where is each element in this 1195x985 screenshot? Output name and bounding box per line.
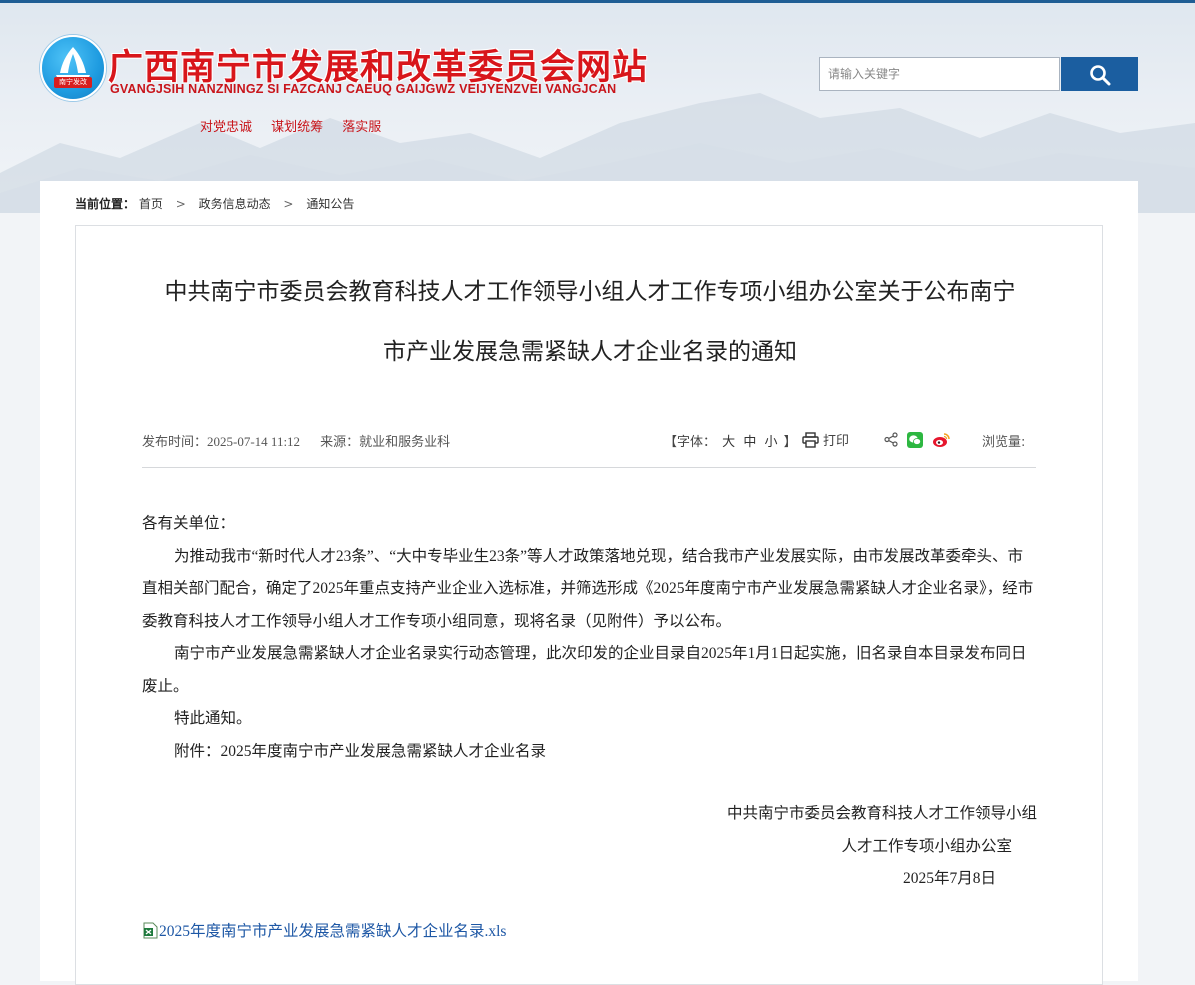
article-meta: 发布时间：2025-07-14 11:12 来源：就业和服务业科 <box>142 431 450 450</box>
breadcrumb-separator: > <box>283 197 294 211</box>
font-size-small[interactable]: 小 <box>764 435 777 450</box>
breadcrumb-notices[interactable]: 通知公告 <box>306 197 354 211</box>
source-label: 来源： <box>320 434 360 449</box>
breadcrumb-news[interactable]: 政务信息动态 <box>199 197 271 211</box>
weibo-share-icon[interactable] <box>932 432 950 452</box>
body-paragraph: 特此通知。 <box>174 710 252 727</box>
body-paragraph: 南宁市产业发展急需紧缺人才企业名录实行动态管理，此次印发的企业目录自2025年1… <box>142 645 1027 695</box>
font-size-medium[interactable]: 中 <box>743 435 756 450</box>
excel-file-icon <box>143 922 158 939</box>
article-body: 各有关单位： 为推动我市“新时代人才23条”、“大中专毕业生23条”等人才政策落… <box>142 508 1038 768</box>
print-label: 打印 <box>823 434 850 449</box>
site-subtitle: GVANGJSIH NANZNINGZ SI FAZCANJ CAEUQ GAI… <box>110 82 617 96</box>
search-input[interactable] <box>819 57 1060 91</box>
logo-badge: 南宁发改 <box>54 77 92 88</box>
logo-emblem-icon <box>56 47 90 79</box>
signature-org-line2: 人才工作专项小组办公室 <box>841 838 1012 855</box>
view-count: 浏览量: <box>982 435 1026 450</box>
article-title: 中共南宁市委员会教育科技人才工作领导小组人才工作专项小组办公室关于公布南宁 市产… <box>142 262 1038 382</box>
breadcrumb: 当前位置： 首页 > 政务信息动态 > 通知公告 <box>75 195 354 212</box>
article-title-line1: 中共南宁市委员会教育科技人才工作领导小组人才工作专项小组办公室关于公布南宁 <box>164 279 1016 305</box>
slogan-bar: 对党忠诚 谋划统筹 落实服 <box>200 116 395 135</box>
search-icon <box>1090 65 1111 86</box>
meta-divider <box>142 467 1036 468</box>
wechat-share-icon[interactable] <box>907 431 924 452</box>
share-bar <box>884 431 954 452</box>
font-size-switcher: 【字体： 大 中 小 】 <box>664 431 797 450</box>
publish-label: 发布时间： <box>142 434 208 449</box>
slogan-1: 对党忠诚 <box>200 120 253 135</box>
font-size-label: 【字体： <box>664 435 717 450</box>
font-size-label-close: 】 <box>783 435 797 450</box>
article-title-line2: 市产业发展急需紧缺人才企业名录的通知 <box>383 339 797 365</box>
font-size-large[interactable]: 大 <box>722 435 735 450</box>
search-button[interactable] <box>1061 57 1138 91</box>
source-value: 就业和服务业科 <box>359 434 451 449</box>
publish-time: 2025-07-14 11:12 <box>207 434 301 449</box>
signature-org-line1: 中共南宁市委员会教育科技人才工作领导小组 <box>726 805 1037 822</box>
slogan-3: 落实服 <box>342 120 382 135</box>
attachment-row: 2025年度南宁市产业发展急需紧缺人才企业名录.xls <box>142 919 506 941</box>
share-icon[interactable] <box>884 432 898 451</box>
printer-icon <box>802 432 819 448</box>
body-paragraph: 为推动我市“新时代人才23条”、“大中专毕业生23条”等人才政策落地兑现，结合我… <box>142 547 1034 630</box>
breadcrumb-home[interactable]: 首页 <box>139 197 163 211</box>
attachment-link[interactable]: 2025年度南宁市产业发展急需紧缺人才企业名录.xls <box>159 923 506 940</box>
site-logo[interactable]: 南宁发改 <box>40 35 106 101</box>
slogan-2: 谋划统筹 <box>271 120 324 135</box>
breadcrumb-label: 当前位置： <box>75 197 136 211</box>
signature-date: 2025年7月8日 <box>902 870 996 887</box>
attachment-note: 附件：2025年度南宁市产业发展急需紧缺人才企业名录 <box>174 742 547 760</box>
breadcrumb-separator: > <box>175 197 186 211</box>
print-button[interactable]: 打印 <box>802 430 849 449</box>
salutation: 各有关单位： <box>142 515 236 532</box>
